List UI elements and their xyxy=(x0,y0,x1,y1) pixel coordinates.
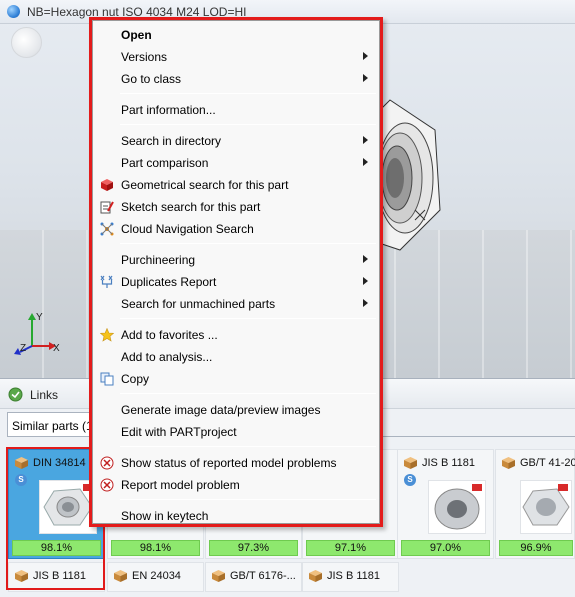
context-menu: Open Versions Go to class Part informati… xyxy=(89,17,383,527)
navigation-sphere-icon[interactable] xyxy=(11,27,42,58)
flag-icon xyxy=(472,484,482,491)
menu-item-search-unmachined-parts[interactable]: Search for unmachined parts xyxy=(94,293,380,315)
menu-item-go-to-class[interactable]: Go to class xyxy=(94,68,380,90)
part-cube-icon xyxy=(502,457,515,469)
part-title: JIS B 1181 xyxy=(327,570,380,582)
menu-item-add-to-favorites[interactable]: Add to favorites ... xyxy=(94,324,380,346)
part-tile-gb-t-6176[interactable]: GB/T 6176-... xyxy=(205,562,302,592)
submenu-arrow-icon xyxy=(363,74,368,82)
part-title: JIS B 1181 xyxy=(422,457,475,469)
axis-z-label: Z xyxy=(20,343,27,354)
part-tile-en-24034[interactable]: EN 24034 xyxy=(107,562,204,592)
part-tile-jis-b-1181[interactable]: JIS B 1181 S 97.0% xyxy=(397,449,494,559)
submenu-arrow-icon xyxy=(363,158,368,166)
menu-item-label: Edit with PARTproject xyxy=(121,425,237,439)
part-thumbnail xyxy=(520,480,572,534)
menu-item-label: Geometrical search for this part xyxy=(121,178,289,192)
menu-item-purchineering[interactable]: Purchineering xyxy=(94,249,380,271)
menu-item-label: Report model problem xyxy=(121,478,240,492)
submenu-arrow-icon xyxy=(363,255,368,263)
links-icon xyxy=(8,387,23,402)
menu-item-duplicates-report[interactable]: Duplicates Report xyxy=(94,271,380,293)
star-icon xyxy=(100,328,114,342)
submenu-arrow-icon xyxy=(363,136,368,144)
match-percent: 97.1% xyxy=(306,540,395,556)
menu-item-show-in-keytech[interactable]: Show in keytech xyxy=(94,505,380,527)
part-title: EN 24034 xyxy=(132,570,181,582)
context-menu-body: Open Versions Go to class Part informati… xyxy=(92,20,380,524)
part-cube-icon xyxy=(114,570,127,582)
menu-item-label: Add to analysis... xyxy=(121,350,213,364)
menu-item-label: Open xyxy=(121,28,152,42)
menu-separator xyxy=(120,243,376,244)
menu-item-label: Show in keytech xyxy=(121,509,209,523)
part-cube-icon xyxy=(309,570,322,582)
copy-icon xyxy=(100,372,114,386)
menu-item-label: Versions xyxy=(121,50,168,64)
menu-item-label: Purchineering xyxy=(121,253,196,267)
menu-item-label: Duplicates Report xyxy=(121,275,217,289)
part-cube-icon xyxy=(212,570,225,582)
part-tile-gb-t-41[interactable]: GB/T 41-20... 96.9% xyxy=(495,449,575,559)
flag-icon xyxy=(558,484,568,491)
part-cube-icon xyxy=(404,457,417,469)
cloud-network-icon xyxy=(100,222,114,236)
submenu-arrow-icon xyxy=(363,277,368,285)
menu-separator xyxy=(120,499,376,500)
menu-separator xyxy=(120,318,376,319)
menu-separator xyxy=(120,446,376,447)
part-tile-jis-b-1181-row2b[interactable]: JIS B 1181 xyxy=(302,562,399,592)
menu-item-label: Search for unmachined parts xyxy=(121,297,276,311)
menu-item-open[interactable]: Open xyxy=(94,24,380,46)
match-percent: 97.0% xyxy=(401,540,490,556)
menu-item-add-to-analysis[interactable]: Add to analysis... xyxy=(94,346,380,368)
menu-item-search-in-directory[interactable]: Search in directory xyxy=(94,130,380,152)
menu-item-label: Show status of reported model problems xyxy=(121,456,337,470)
menu-item-label: Generate image data/preview images xyxy=(121,403,321,417)
match-percent: 96.9% xyxy=(499,540,573,556)
menu-item-label: Go to class xyxy=(121,72,182,86)
model-icon xyxy=(7,5,20,18)
report-problem-icon xyxy=(100,478,114,492)
menu-item-edit-with-partproject[interactable]: Edit with PARTproject xyxy=(94,421,380,443)
menu-separator xyxy=(120,93,376,94)
menu-item-geometrical-search[interactable]: Geometrical search for this part xyxy=(94,174,380,196)
menu-item-cloud-navigation-search[interactable]: Cloud Navigation Search xyxy=(94,218,380,240)
menu-item-report-model-problem[interactable]: Report model problem xyxy=(94,474,380,496)
menu-separator xyxy=(120,393,376,394)
menu-item-label: Copy xyxy=(121,372,150,386)
links-title: Links xyxy=(30,388,59,402)
menu-item-part-comparison[interactable]: Part comparison xyxy=(94,152,380,174)
menu-item-part-information[interactable]: Part information... xyxy=(94,99,380,121)
tab-similar-parts[interactable]: Similar parts (10 xyxy=(7,412,91,437)
axis-y-label: Y xyxy=(36,312,43,323)
menu-item-show-status-reported-problems[interactable]: Show status of reported model problems xyxy=(94,452,380,474)
axis-x-label: X xyxy=(53,343,60,354)
sketch-icon xyxy=(100,201,114,214)
red-cube-icon xyxy=(101,179,113,191)
supplier-coin-icon: S xyxy=(404,474,416,486)
menu-separator xyxy=(120,124,376,125)
menu-item-label: Part comparison xyxy=(121,156,209,170)
menu-item-copy[interactable]: Copy xyxy=(94,368,380,390)
menu-item-generate-image-data[interactable]: Generate image data/preview images xyxy=(94,399,380,421)
menu-item-label: Cloud Navigation Search xyxy=(121,222,254,236)
menu-item-versions[interactable]: Versions xyxy=(94,46,380,68)
part-thumbnail xyxy=(428,480,486,534)
menu-item-label: Part information... xyxy=(121,103,216,117)
match-percent: 97.3% xyxy=(209,540,298,556)
menu-item-label: Sketch search for this part xyxy=(121,200,261,214)
duplicates-icon xyxy=(100,275,113,288)
submenu-arrow-icon xyxy=(363,52,368,60)
problem-status-icon xyxy=(100,456,114,470)
part-title: GB/T 6176-... xyxy=(230,570,296,582)
part-title: GB/T 41-20... xyxy=(520,457,575,469)
menu-item-sketch-search[interactable]: Sketch search for this part xyxy=(94,196,380,218)
match-percent: 98.1% xyxy=(111,540,200,556)
submenu-arrow-icon xyxy=(363,299,368,307)
menu-item-label: Add to favorites ... xyxy=(121,328,218,342)
menu-item-label: Search in directory xyxy=(121,134,222,148)
